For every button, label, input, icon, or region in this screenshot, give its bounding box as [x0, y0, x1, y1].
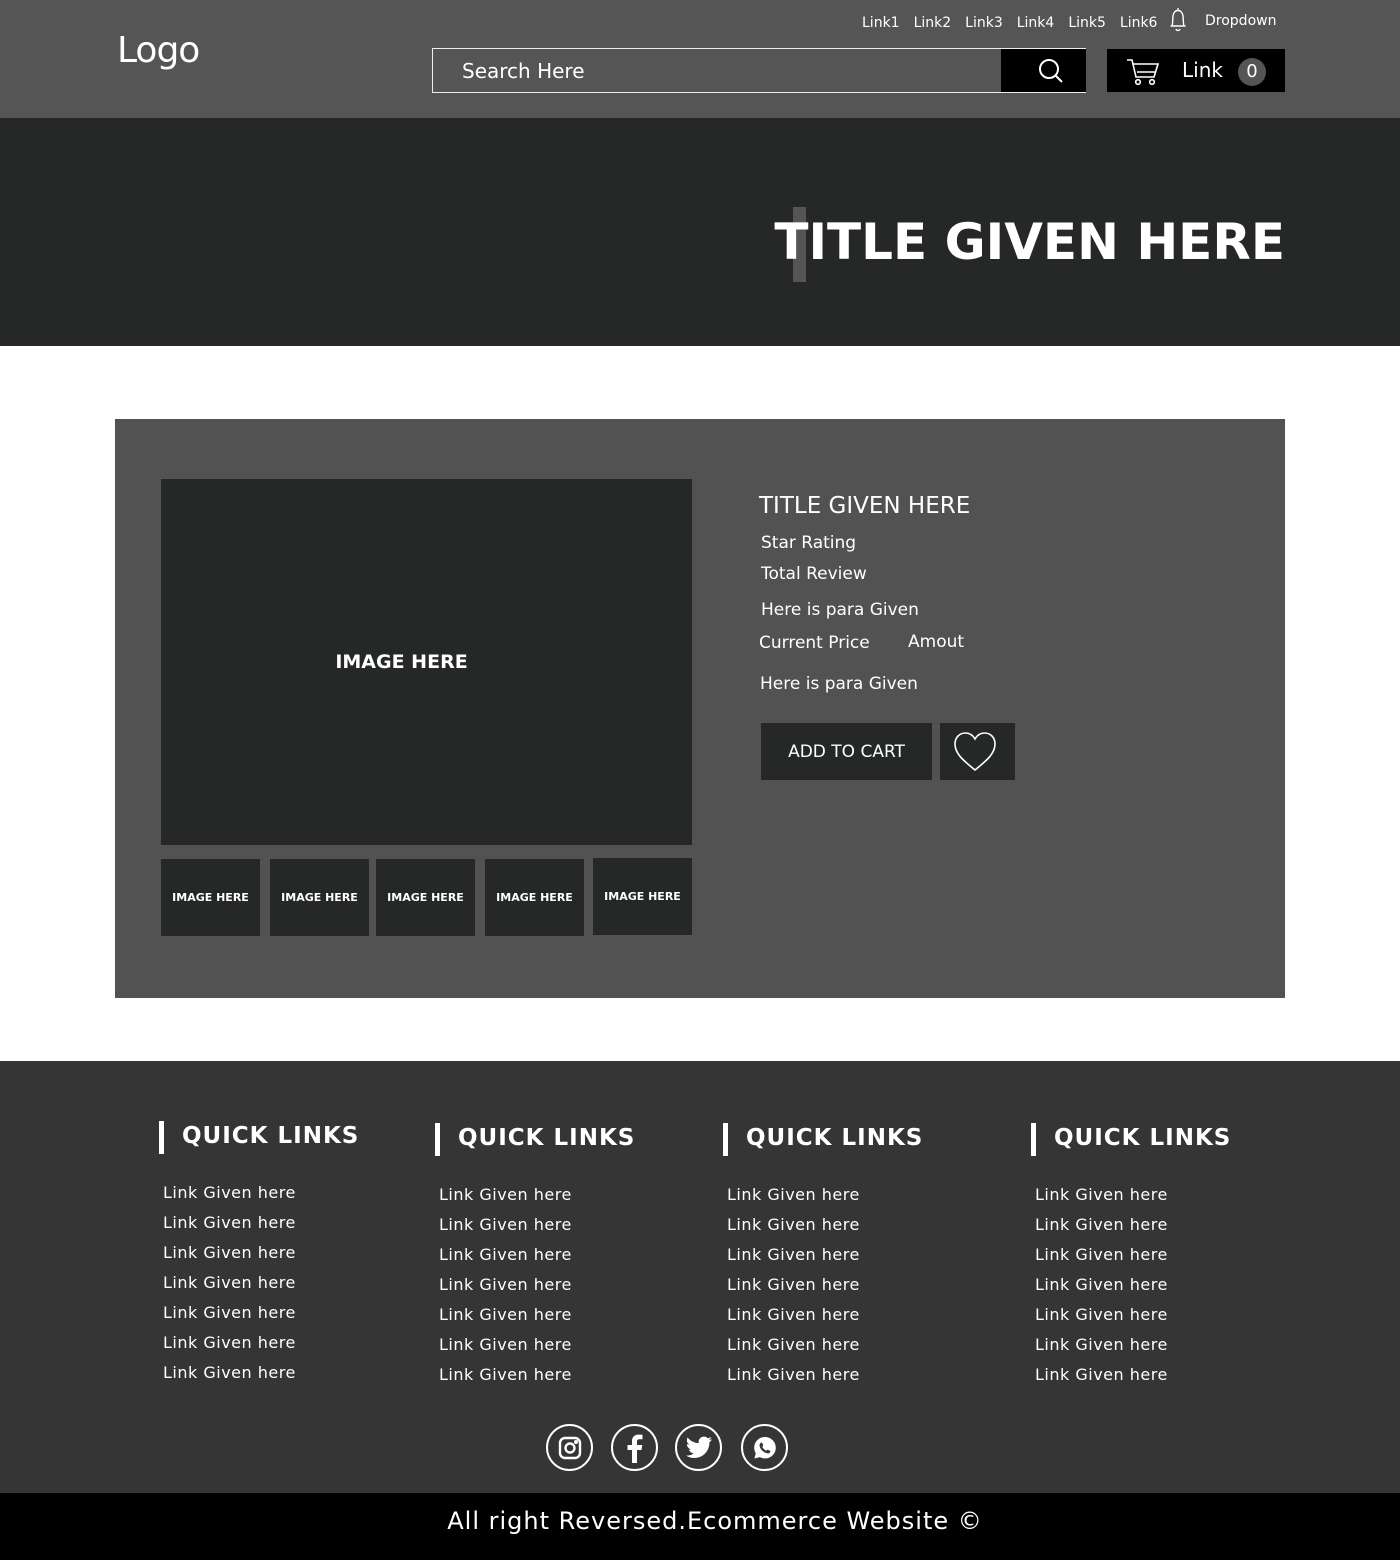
search-button[interactable]: [1001, 49, 1086, 92]
product-description: Here is para Given: [761, 600, 919, 620]
footer-link[interactable]: Link Given here: [439, 1335, 635, 1365]
footer-link[interactable]: Link Given here: [163, 1363, 359, 1393]
footer-column-4: QUICK LINKS Link Given here Link Given h…: [1031, 1123, 1231, 1395]
footer-heading: QUICK LINKS: [159, 1121, 359, 1155]
current-price-label: Current Price: [759, 633, 870, 653]
footer-column-1: QUICK LINKS Link Given here Link Given h…: [159, 1121, 359, 1393]
footer-link[interactable]: Link Given here: [439, 1215, 635, 1245]
footer-link[interactable]: Link Given here: [1035, 1335, 1231, 1365]
facebook-button[interactable]: [611, 1424, 658, 1471]
footer-link[interactable]: Link Given here: [1035, 1305, 1231, 1335]
footer-link[interactable]: Link Given here: [163, 1213, 359, 1243]
whatsapp-icon: [753, 1436, 776, 1458]
footer-link[interactable]: Link Given here: [727, 1245, 923, 1275]
footer-link[interactable]: Link Given here: [1035, 1185, 1231, 1215]
nav-link-6[interactable]: Link6: [1120, 15, 1158, 31]
nav-link-5[interactable]: Link5: [1068, 15, 1106, 31]
footer-link[interactable]: Link Given here: [439, 1185, 635, 1215]
thumbnail-3[interactable]: IMAGE HERE: [376, 859, 475, 936]
search-input[interactable]: [433, 49, 1001, 92]
footer-link[interactable]: Link Given here: [727, 1365, 923, 1395]
dropdown-menu[interactable]: Dropdown: [1205, 13, 1276, 29]
thumbnail-5[interactable]: IMAGE HERE: [593, 858, 692, 935]
footer-heading: QUICK LINKS: [1031, 1123, 1231, 1157]
facebook-icon: [627, 1434, 642, 1463]
footer-link[interactable]: Link Given here: [163, 1333, 359, 1363]
footer-heading: QUICK LINKS: [723, 1123, 923, 1157]
footer-heading: QUICK LINKS: [435, 1123, 635, 1157]
whatsapp-button[interactable]: [741, 1424, 788, 1471]
wishlist-button[interactable]: [940, 723, 1015, 780]
footer-link[interactable]: Link Given here: [1035, 1275, 1231, 1305]
product-panel: IMAGE HERE IMAGE HERE IMAGE HERE IMAGE H…: [115, 419, 1285, 998]
product-description-2: Here is para Given: [760, 674, 918, 694]
search-bar: [432, 48, 1086, 93]
footer-link[interactable]: Link Given here: [439, 1365, 635, 1395]
footer-link[interactable]: Link Given here: [1035, 1365, 1231, 1395]
logo[interactable]: Logo: [117, 30, 200, 71]
thumbnail-1[interactable]: IMAGE HERE: [161, 859, 260, 936]
thumbnail-label: IMAGE HERE: [281, 891, 358, 904]
footer-link[interactable]: Link Given here: [163, 1303, 359, 1333]
hero-banner: TITLE GIVEN HERE: [0, 118, 1400, 346]
twitter-button[interactable]: [675, 1424, 722, 1471]
copyright-bar: All right Reversed.Ecommerce Website ©: [0, 1493, 1400, 1560]
price-amount: Amout: [908, 632, 965, 652]
hero-title: TITLE GIVEN HERE: [774, 213, 1285, 271]
footer-link[interactable]: Link Given here: [439, 1275, 635, 1305]
footer-link[interactable]: Link Given here: [1035, 1245, 1231, 1275]
site-footer: QUICK LINKS Link Given here Link Given h…: [0, 1061, 1400, 1493]
bell-icon[interactable]: [1166, 6, 1190, 34]
thumbnail-4[interactable]: IMAGE HERE: [485, 859, 584, 936]
footer-link[interactable]: Link Given here: [727, 1275, 923, 1305]
thumbnail-2[interactable]: IMAGE HERE: [270, 859, 369, 936]
search-icon: [1039, 59, 1063, 83]
top-nav: Link1 Link2 Link3 Link4 Link5 Link6: [862, 15, 1171, 31]
main-product-image: IMAGE HERE: [161, 479, 692, 845]
site-header: Logo Link1 Link2 Link3 Link4 Link5 Link6…: [0, 0, 1400, 118]
cart-label: Link: [1182, 58, 1223, 82]
footer-link[interactable]: Link Given here: [439, 1305, 635, 1335]
thumbnail-label: IMAGE HERE: [387, 891, 464, 904]
footer-link[interactable]: Link Given here: [727, 1305, 923, 1335]
copyright-text: All right Reversed.Ecommerce Website ©: [447, 1507, 983, 1535]
product-title: TITLE GIVEN HERE: [759, 493, 971, 519]
nav-link-3[interactable]: Link3: [965, 15, 1003, 31]
twitter-icon: [685, 1436, 712, 1458]
nav-link-4[interactable]: Link4: [1017, 15, 1055, 31]
footer-link[interactable]: Link Given here: [1035, 1215, 1231, 1245]
footer-column-2: QUICK LINKS Link Given here Link Given h…: [435, 1123, 635, 1395]
footer-link[interactable]: Link Given here: [727, 1215, 923, 1245]
instagram-button[interactable]: [546, 1424, 593, 1471]
footer-link[interactable]: Link Given here: [163, 1183, 359, 1213]
instagram-icon: [558, 1436, 581, 1459]
thumbnail-label: IMAGE HERE: [496, 891, 573, 904]
thumbnail-label: IMAGE HERE: [172, 891, 249, 904]
footer-link[interactable]: Link Given here: [163, 1243, 359, 1273]
cart-button[interactable]: Link 0: [1107, 49, 1285, 92]
thumbnail-label: IMAGE HERE: [604, 890, 681, 903]
cart-icon: [1127, 59, 1160, 86]
add-to-cart-button[interactable]: ADD TO CART: [761, 723, 932, 780]
nav-link-2[interactable]: Link2: [914, 15, 952, 31]
total-review: Total Review: [761, 564, 867, 584]
star-rating: Star Rating: [761, 533, 857, 553]
heart-icon: [954, 732, 996, 772]
main-image-label: IMAGE HERE: [335, 651, 468, 673]
footer-column-3: QUICK LINKS Link Given here Link Given h…: [723, 1123, 923, 1395]
footer-link[interactable]: Link Given here: [727, 1335, 923, 1365]
nav-link-1[interactable]: Link1: [862, 15, 900, 31]
cart-count-badge: 0: [1238, 58, 1266, 86]
footer-link[interactable]: Link Given here: [163, 1273, 359, 1303]
footer-link[interactable]: Link Given here: [727, 1185, 923, 1215]
footer-link[interactable]: Link Given here: [439, 1245, 635, 1275]
